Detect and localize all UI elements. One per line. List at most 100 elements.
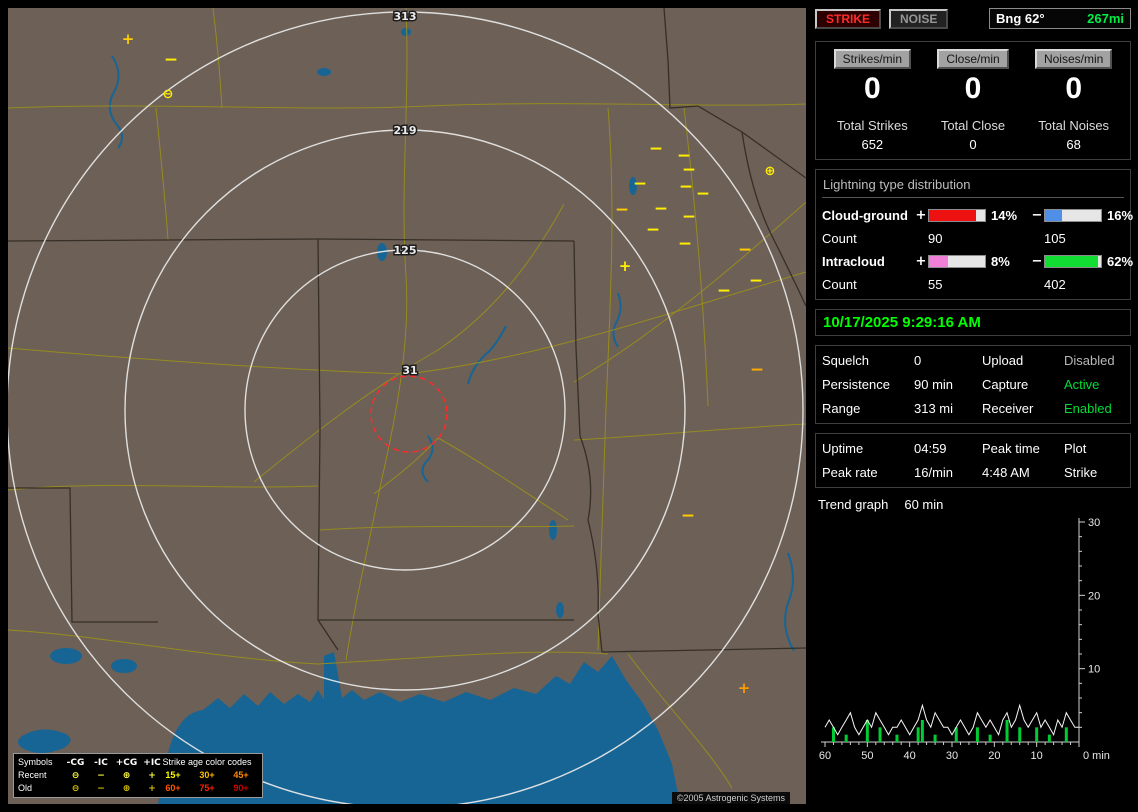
plus-sign: + bbox=[914, 254, 928, 269]
svg-text:−: − bbox=[678, 234, 692, 254]
count-label: Count bbox=[822, 277, 914, 292]
svg-text:−: − bbox=[696, 184, 710, 204]
svg-text:+: + bbox=[738, 679, 751, 697]
legend-recent-symbols: ⊖ − ⊕ + bbox=[64, 769, 156, 783]
age-15: 15+ bbox=[156, 769, 190, 782]
close-per-min-value: 0 bbox=[923, 72, 1024, 106]
age-75: 75+ bbox=[190, 782, 224, 795]
legend-header-row: Symbols -CG -IC +CG +IC Strike age color… bbox=[18, 756, 258, 769]
trend-graph-label: Trend graph bbox=[818, 497, 888, 512]
noise-mode-button[interactable]: NOISE bbox=[889, 9, 948, 29]
upload-status: Disabled bbox=[1064, 353, 1124, 368]
total-strikes-label: Total Strikes bbox=[822, 118, 923, 133]
bearing-distance: 267mi bbox=[1087, 11, 1124, 26]
legend-recent-label: Recent bbox=[18, 769, 64, 782]
total-noises-label: Total Noises bbox=[1023, 118, 1124, 133]
count-label: Count bbox=[822, 231, 914, 246]
peak-rate-label: Peak rate bbox=[822, 465, 914, 480]
svg-text:−: − bbox=[615, 200, 629, 220]
upload-label: Upload bbox=[982, 353, 1064, 368]
legend-age-header: Strike age color codes bbox=[156, 756, 258, 769]
ic-negative-pct: 62% bbox=[1102, 254, 1133, 269]
plot-mode-value: Strike bbox=[1064, 465, 1124, 480]
intracloud-label: Intracloud bbox=[822, 254, 914, 269]
legend-old-row: Old ⊖ − ⊕ + 60+ 75+ 90+ bbox=[18, 782, 258, 795]
trend-graph-window: 60 min bbox=[904, 497, 943, 512]
cloud-ground-label: Cloud-ground bbox=[822, 208, 914, 223]
svg-text:−: − bbox=[682, 207, 696, 227]
bearing-value: Bng 62° bbox=[996, 11, 1045, 26]
svg-text:⊖: ⊖ bbox=[163, 87, 174, 102]
intracloud-row: Intracloud + 8% − 62% Count 55 402 bbox=[822, 254, 1124, 292]
trend-graph: 1020306050403020100 min bbox=[815, 516, 1131, 769]
svg-text:−: − bbox=[679, 177, 693, 197]
svg-text:+: + bbox=[122, 30, 135, 48]
legend-type-headers: -CG -IC +CG +IC bbox=[64, 756, 156, 770]
cloud-ground-row: Cloud-ground + 14% − 16% Count 90 105 bbox=[822, 208, 1124, 246]
peak-time-label: Peak time bbox=[982, 441, 1064, 456]
ic-negative-count: 402 bbox=[1044, 277, 1133, 292]
uptime-box: Uptime 04:59 Peak time Plot Peak rate 16… bbox=[815, 433, 1131, 488]
ic-positive-bar bbox=[928, 255, 986, 268]
legend-old-symbols: ⊖ − ⊕ + bbox=[64, 782, 156, 796]
capture-label: Capture bbox=[982, 377, 1064, 392]
svg-text:−: − bbox=[654, 199, 668, 219]
svg-text:60: 60 bbox=[819, 750, 831, 762]
capture-status: Active bbox=[1064, 377, 1124, 392]
age-45: 45+ bbox=[224, 769, 258, 782]
trend-graph-header: Trend graph 60 min bbox=[818, 497, 1131, 512]
peak-time-value: 4:48 AM bbox=[982, 465, 1064, 480]
svg-text:−: − bbox=[681, 506, 695, 526]
mode-row: STRIKE NOISE Bng 62° 267mi bbox=[815, 8, 1131, 29]
plus-sign: + bbox=[914, 208, 928, 223]
strike-mode-button[interactable]: STRIKE bbox=[815, 9, 881, 29]
cg-negative-bar bbox=[1044, 209, 1102, 222]
peak-rate-value: 16/min bbox=[914, 465, 982, 480]
distribution-title: Lightning type distribution bbox=[822, 177, 1124, 198]
app-window: 313 219 125 31 +−⊖−−−⊕−−−−−−−−−+−−−−+ Sy… bbox=[0, 0, 1138, 812]
minus-sign: − bbox=[1030, 254, 1044, 269]
range-ring-label-31: 31 bbox=[402, 364, 417, 377]
status-panel: STRIKE NOISE Bng 62° 267mi Strikes/min C… bbox=[815, 8, 1131, 804]
legend-old-label: Old bbox=[18, 782, 64, 795]
trend-graph-canvas: 1020306050403020100 min bbox=[815, 516, 1127, 766]
svg-text:20: 20 bbox=[988, 750, 1000, 762]
map-legend: Symbols -CG -IC +CG +IC Strike age color… bbox=[13, 753, 263, 798]
svg-text:−: − bbox=[717, 281, 731, 301]
cg-positive-bar-fill bbox=[929, 210, 976, 221]
uptime-value: 04:59 bbox=[914, 441, 982, 456]
total-noises-value: 68 bbox=[1023, 137, 1124, 152]
range-ring-label-125: 125 bbox=[394, 244, 417, 257]
range-ring-label-219: 219 bbox=[394, 124, 417, 137]
svg-text:0 min: 0 min bbox=[1083, 750, 1110, 762]
ic-positive-bar-fill bbox=[929, 256, 948, 267]
persistence-label: Persistence bbox=[822, 377, 914, 392]
map-area[interactable]: 313 219 125 31 +−⊖−−−⊕−−−−−−−−−+−−−−+ Sy… bbox=[8, 8, 806, 804]
rates-box: Strikes/min Close/min Noises/min 0 0 0 T… bbox=[815, 41, 1131, 160]
range-value: 313 mi bbox=[914, 401, 982, 416]
ic-positive-pct: 8% bbox=[986, 254, 1030, 269]
svg-text:10: 10 bbox=[1031, 750, 1043, 762]
pos-cg-icon: ⊕ bbox=[115, 783, 138, 796]
legend-recent-row: Recent ⊖ − ⊕ + 15+ 30+ 45+ bbox=[18, 769, 258, 782]
persistence-value: 90 min bbox=[914, 377, 982, 392]
strikes-per-min-label: Strikes/min bbox=[834, 49, 911, 69]
svg-text:−: − bbox=[738, 240, 752, 260]
datetime-display: 10/17/2025 9:29:16 AM bbox=[815, 309, 1131, 336]
map-canvas[interactable]: 313 219 125 31 +−⊖−−−⊕−−−−−−−−−+−−−−+ bbox=[8, 8, 806, 804]
total-close-label: Total Close bbox=[923, 118, 1024, 133]
age-30: 30+ bbox=[190, 769, 224, 782]
svg-text:30: 30 bbox=[1088, 517, 1100, 529]
cg-positive-count: 90 bbox=[928, 231, 1030, 246]
neg-cg-icon: ⊖ bbox=[64, 783, 87, 796]
squelch-label: Squelch bbox=[822, 353, 914, 368]
svg-text:10: 10 bbox=[1088, 664, 1100, 676]
ic-negative-bar-fill bbox=[1045, 256, 1098, 267]
cg-positive-pct: 14% bbox=[986, 208, 1030, 223]
minus-sign: − bbox=[1030, 208, 1044, 223]
svg-text:−: − bbox=[649, 139, 663, 159]
cg-negative-count: 105 bbox=[1044, 231, 1133, 246]
noises-per-min-label: Noises/min bbox=[1035, 49, 1112, 69]
svg-text:40: 40 bbox=[904, 750, 916, 762]
cg-negative-pct: 16% bbox=[1102, 208, 1133, 223]
